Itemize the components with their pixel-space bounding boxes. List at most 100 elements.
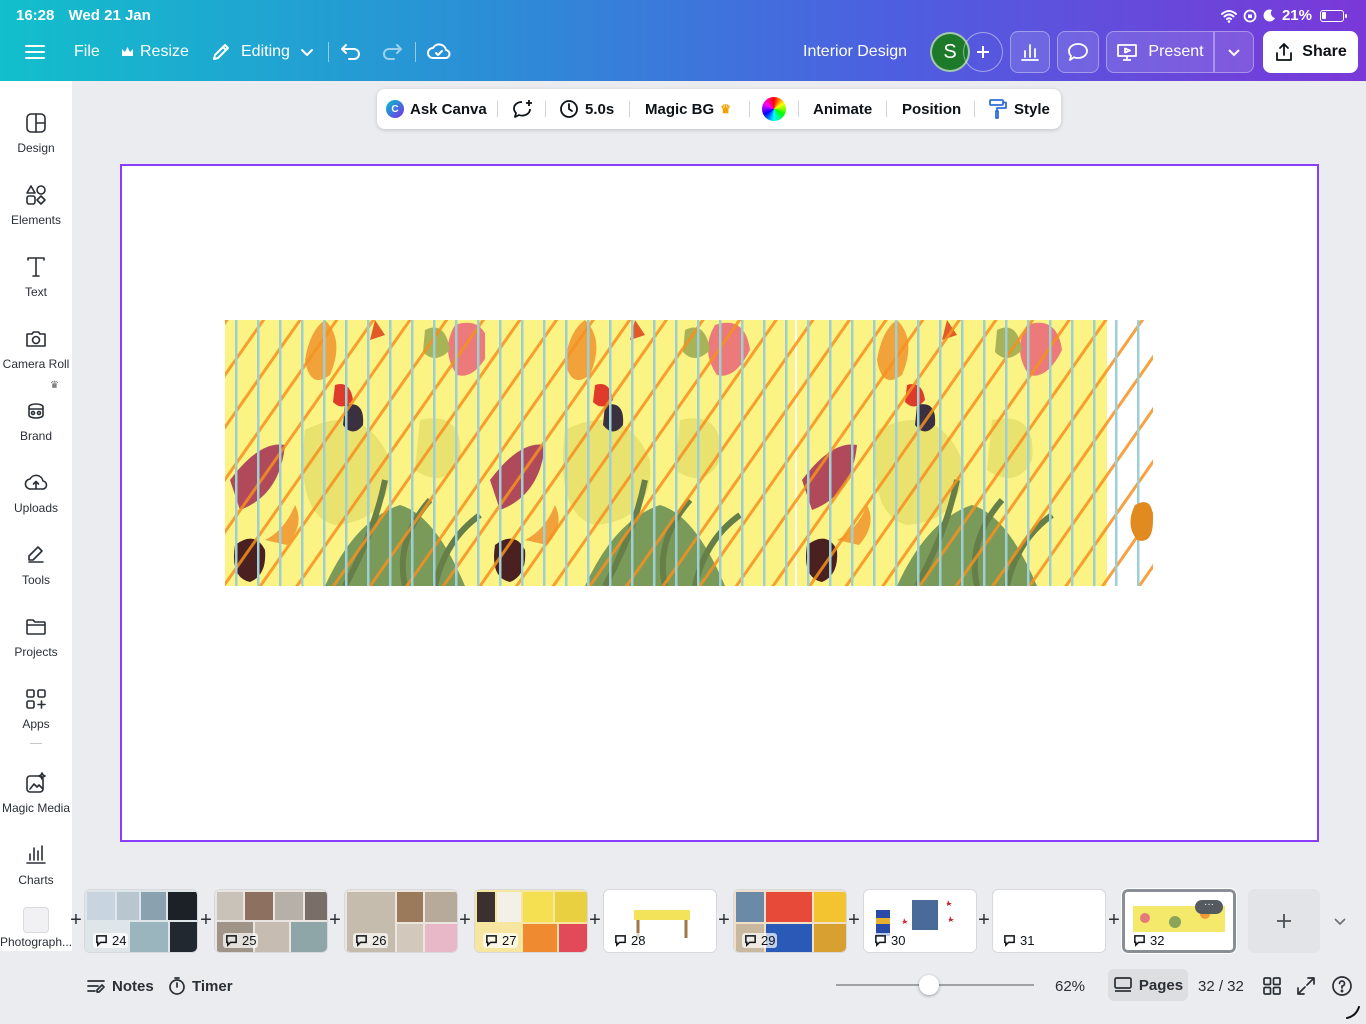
elements-icon <box>24 183 48 207</box>
file-menu-button[interactable]: File <box>74 33 100 71</box>
resize-corner-icon <box>1344 1003 1362 1024</box>
strip-collapse-button[interactable] <box>1333 913 1347 931</box>
sidebar-item-photograph[interactable]: Photograph... <box>0 895 72 959</box>
invite-button[interactable] <box>963 32 1003 72</box>
sidebar-item-tools[interactable]: Tools <box>0 533 72 597</box>
tools-icon <box>24 543 48 567</box>
sidebar-item-elements[interactable]: Elements <box>0 173 72 237</box>
page-thumbnail-25[interactable]: 25 <box>214 889 328 953</box>
page-thumbnail-29[interactable]: 29 <box>733 889 847 953</box>
page-thumbnail-32[interactable]: ··· 32 <box>1121 888 1237 954</box>
sidebar-item-label: Camera Roll <box>2 357 70 371</box>
add-page-between-button[interactable]: + <box>456 910 474 930</box>
add-page-between-button[interactable]: + <box>326 910 344 930</box>
crown-icon <box>122 47 133 56</box>
style-button[interactable]: Style <box>988 89 1050 129</box>
sidebar-item-label: Charts <box>18 873 54 887</box>
sidebar-item-charts[interactable]: Charts <box>0 833 72 897</box>
hamburger-icon <box>25 45 45 59</box>
toolbar-divider <box>328 42 329 62</box>
resize-button[interactable]: Resize <box>121 33 189 71</box>
toolbar-divider <box>415 42 416 62</box>
photograph-icon <box>23 907 49 933</box>
magic-bg-button[interactable]: Magic BG ♛ <box>645 89 731 129</box>
add-page-button[interactable] <box>1248 889 1320 953</box>
help-button[interactable] <box>1331 975 1353 997</box>
toolbar-divider <box>749 101 750 117</box>
cloud-save-button[interactable] <box>427 33 451 71</box>
bar-chart-icon <box>1021 44 1039 61</box>
page-number: 29 <box>742 933 778 948</box>
share-label: Share <box>1302 43 1347 60</box>
editing-mode-button[interactable]: Editing <box>211 33 314 71</box>
status-time: 16:28 <box>16 7 55 24</box>
redo-button[interactable] <box>381 33 403 71</box>
pages-view-button[interactable]: Pages <box>1108 969 1188 1001</box>
page-thumbnail-30[interactable]: 30 <box>863 889 977 953</box>
ask-canva-button[interactable]: C Ask Canva <box>386 89 487 129</box>
pages-label: Pages <box>1138 976 1184 994</box>
grid-view-button[interactable] <box>1262 975 1282 997</box>
page-thumbnail-26[interactable]: 26 <box>344 889 458 953</box>
sidebar-item-apps[interactable]: Apps <box>0 677 72 741</box>
document-title[interactable]: Interior Design <box>803 33 907 71</box>
add-page-between-button[interactable]: + <box>975 910 993 930</box>
zoom-level-label: 62% <box>1055 977 1086 995</box>
sidebar-item-label: Apps <box>22 717 50 731</box>
sidebar-item-projects[interactable]: Projects <box>0 605 72 669</box>
plus-icon <box>977 46 989 58</box>
comments-button[interactable] <box>1057 31 1099 73</box>
page-options-button[interactable]: ··· <box>1195 900 1223 914</box>
page-thumbnail-27[interactable]: 27 <box>474 889 588 953</box>
notes-page-icon <box>486 935 497 947</box>
undo-button[interactable] <box>340 33 362 71</box>
add-page-between-button[interactable]: + <box>715 910 733 930</box>
share-button[interactable]: Share <box>1263 31 1358 73</box>
brand-icon <box>24 399 48 423</box>
zoom-slider-handle[interactable] <box>919 975 940 995</box>
sidebar-item-text[interactable]: Text <box>0 245 72 309</box>
sidebar-item-brand[interactable]: Brand <box>0 389 72 453</box>
add-page-between-button[interactable]: + <box>586 910 604 930</box>
animate-button[interactable]: Animate <box>813 89 872 129</box>
insights-button[interactable] <box>1010 31 1050 73</box>
page-thumbnail-28[interactable]: 28 <box>603 889 717 953</box>
notes-label: Notes <box>112 977 154 995</box>
clock-icon <box>560 100 578 118</box>
menu-button[interactable] <box>24 33 48 71</box>
pattern-image[interactable] <box>225 320 1153 586</box>
add-page-between-button[interactable]: + <box>67 910 85 930</box>
top-bar: 16:28 Wed 21 Jan 21% File Resize Editing… <box>0 0 1366 81</box>
add-page-between-button[interactable]: + <box>1105 910 1123 930</box>
sidebar-item-design[interactable]: Design <box>0 101 72 165</box>
battery-percent: 21% <box>1281 7 1312 24</box>
page-thumbnail-24[interactable]: 24 <box>84 889 198 953</box>
present-options-button[interactable] <box>1214 31 1254 73</box>
add-comment-button[interactable] <box>511 89 535 129</box>
upload-icon <box>24 471 48 495</box>
sidebar-item-label: Design <box>17 141 55 155</box>
sidebar-item-camera-roll[interactable]: Camera Roll <box>0 317 72 381</box>
toolbar-divider <box>798 101 799 117</box>
duration-button[interactable]: 5.0s <box>559 89 614 129</box>
present-button[interactable]: Present <box>1106 31 1214 73</box>
sidebar-divider <box>30 743 42 744</box>
add-page-between-button[interactable]: + <box>197 910 215 930</box>
folder-icon <box>24 615 48 639</box>
add-page-between-button[interactable]: + <box>845 910 863 930</box>
position-button[interactable]: Position <box>902 89 961 129</box>
notes-button[interactable]: Notes <box>86 975 154 997</box>
avatar-initial: S <box>943 40 957 63</box>
notes-page-icon <box>1134 935 1145 947</box>
timer-button[interactable]: Timer <box>168 975 233 997</box>
sidebar-item-magic-media[interactable]: Magic Media <box>0 761 72 825</box>
notes-page-icon <box>745 935 756 947</box>
fullscreen-button[interactable] <box>1296 975 1316 997</box>
sidebar-item-uploads[interactable]: Uploads <box>0 461 72 525</box>
share-icon <box>1276 43 1293 61</box>
color-button[interactable] <box>762 89 786 129</box>
page-thumbnail-31[interactable]: 31 <box>992 889 1106 953</box>
chevron-down-icon <box>1334 918 1346 926</box>
timer-icon <box>169 977 185 995</box>
zoom-level[interactable]: 62% <box>1055 975 1085 997</box>
